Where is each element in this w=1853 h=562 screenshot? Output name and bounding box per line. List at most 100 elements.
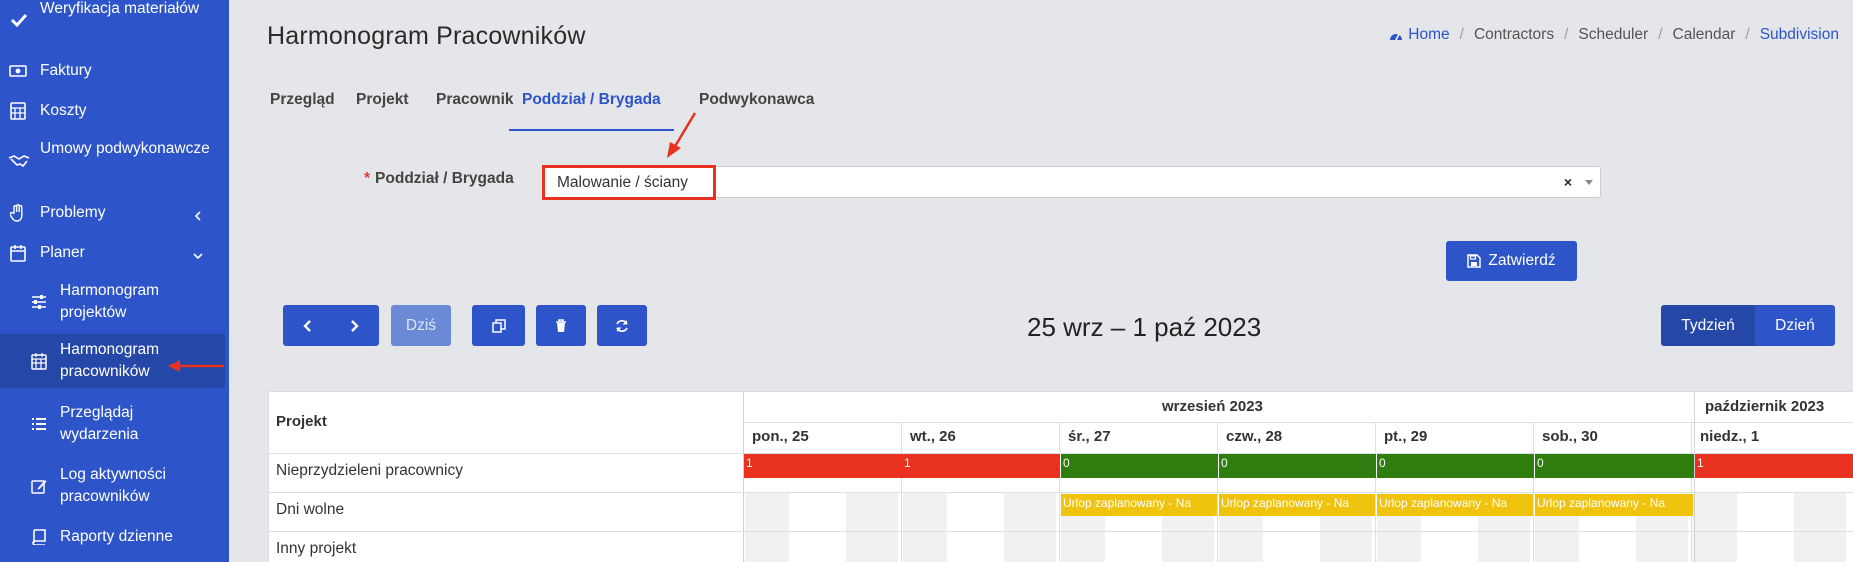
breadcrumb: Home / Contractors / Scheduler / Calenda… xyxy=(1388,26,1839,44)
check-icon xyxy=(10,11,28,29)
subdivision-select[interactable]: Malowanie / ściany × xyxy=(542,166,1601,198)
calendar-grid-icon xyxy=(30,352,48,370)
next-button[interactable] xyxy=(331,305,379,346)
refresh-icon xyxy=(615,319,629,333)
sidebar-item-label: Umowy podwykonawcze xyxy=(40,140,210,157)
breadcrumb-calendar[interactable]: Calendar xyxy=(1673,26,1736,44)
subdivision-label: * Poddział / Brygada xyxy=(364,170,514,188)
chevron-down-icon xyxy=(193,248,203,260)
unassigned-count-bar[interactable]: 0 xyxy=(1534,454,1694,478)
sidebar-item-label: Faktury xyxy=(40,62,92,79)
calendar-period-title: 25 wrz – 1 paź 2023 xyxy=(1027,312,1262,342)
tab-projekt[interactable]: Projekt xyxy=(356,78,409,129)
sidebar-item-przegladaj-wydarzenia[interactable]: Przeglądaj wydarzenia xyxy=(0,400,229,448)
breadcrumb-scheduler[interactable]: Scheduler xyxy=(1578,26,1648,44)
sidebar-item-umowy[interactable]: Umowy podwykonawcze xyxy=(0,138,229,184)
leave-event-bar[interactable]: Urlop zaplanowany - Na xyxy=(1219,494,1375,516)
clear-icon[interactable]: × xyxy=(1564,174,1572,190)
unassigned-count-bar[interactable]: 1 xyxy=(902,454,1060,478)
sidebar-item-log-aktywnosci[interactable]: Log aktywności pracowników xyxy=(0,462,229,510)
view-switcher: Tydzień Dzień xyxy=(1661,305,1835,346)
money-bill-icon xyxy=(9,62,27,80)
unassigned-count-bar[interactable]: 0 xyxy=(1218,454,1376,478)
leave-event-bar[interactable]: Urlop zaplanowany - Na xyxy=(1377,494,1533,516)
sidebar-item-label: Weryfikacja materiałów xyxy=(40,0,200,17)
delete-button[interactable] xyxy=(536,305,586,346)
view-week-button[interactable]: Tydzień xyxy=(1661,305,1755,346)
chevron-left-icon xyxy=(302,319,312,333)
day-stripe xyxy=(1004,493,1056,562)
save-icon xyxy=(1467,254,1482,268)
sidebar-item-label: Problemy xyxy=(40,204,106,221)
day-stripe xyxy=(1794,493,1846,562)
row-label-unassigned: Nieprzydzieleni pracownicy xyxy=(276,462,463,479)
day-header: śr., 27 xyxy=(1068,428,1111,445)
view-day-button[interactable]: Dzień xyxy=(1755,305,1835,346)
unassigned-count-bar[interactable]: 1 xyxy=(744,454,902,478)
page-title: Harmonogram Pracowników xyxy=(267,22,586,50)
caret-down-icon[interactable] xyxy=(1585,180,1593,185)
project-column-header: Projekt xyxy=(276,413,327,430)
sidebar: Weryfikacja materiałów Faktury Koszty Um… xyxy=(0,0,229,562)
month-header-september: wrzesień 2023 xyxy=(1162,398,1263,415)
tab-przeglad[interactable]: Przegląd xyxy=(270,78,335,129)
sidebar-item-planer[interactable]: Planer xyxy=(0,238,229,268)
sidebar-item-label: Planer xyxy=(40,244,85,261)
day-stripe xyxy=(745,493,789,562)
sidebar-item-label: Harmonogram pracowników xyxy=(60,341,160,380)
trash-icon xyxy=(555,318,567,333)
annotation-arrow-icon xyxy=(667,112,697,158)
sidebar-item-label: Raporty dzienne xyxy=(60,528,173,545)
day-header: niedz., 1 xyxy=(1700,428,1760,445)
tab-pracownik[interactable]: Pracownik xyxy=(436,78,514,129)
edit-icon xyxy=(30,477,48,495)
submit-label: Zatwierdź xyxy=(1488,252,1556,269)
day-stripe xyxy=(903,493,947,562)
unassigned-count-bar[interactable]: 0 xyxy=(1060,454,1218,478)
sidebar-item-label: Log aktywności pracowników xyxy=(60,466,166,505)
list-icon xyxy=(30,415,48,433)
book-icon xyxy=(30,528,48,546)
subdivision-select-value: Malowanie / ściany xyxy=(557,174,688,191)
day-header: sob., 30 xyxy=(1542,428,1598,445)
tab-poddzial-brygada[interactable]: Poddział / Brygada xyxy=(509,78,674,131)
chevron-left-icon xyxy=(193,208,203,221)
hand-icon xyxy=(9,204,27,222)
calculator-icon xyxy=(9,102,27,120)
calendar-icon xyxy=(9,244,27,262)
day-header: pon., 25 xyxy=(752,428,809,445)
breadcrumb-home[interactable]: Home xyxy=(1408,26,1449,44)
submit-button[interactable]: Zatwierdź xyxy=(1446,241,1577,281)
day-stripe xyxy=(846,493,898,562)
sidebar-item-weryfikacja[interactable]: Weryfikacja materiałów xyxy=(0,0,229,42)
refresh-button[interactable] xyxy=(597,305,647,346)
subdivision-label-text: Poddział / Brygada xyxy=(375,170,514,187)
copy-button[interactable] xyxy=(472,305,525,346)
sidebar-item-harmonogram-projektow[interactable]: Harmonogram projektów xyxy=(0,278,229,326)
copy-icon xyxy=(491,318,506,333)
sidebar-item-faktury[interactable]: Faktury xyxy=(0,56,229,86)
day-header: pt., 29 xyxy=(1384,428,1428,445)
handshake-icon xyxy=(8,152,30,170)
sliders-icon xyxy=(30,293,48,311)
row-label-days-off: Dni wolne xyxy=(276,501,345,518)
sidebar-item-problemy[interactable]: Problemy xyxy=(0,198,229,228)
home-icon xyxy=(1388,28,1404,42)
day-header: czw., 28 xyxy=(1226,428,1283,445)
prev-button[interactable] xyxy=(283,305,331,346)
tab-podwykonawca[interactable]: Podwykonawca xyxy=(699,78,814,129)
day-header: wt., 26 xyxy=(910,428,956,445)
scheduler-grid: Projekt wrzesień 2023 październik 2023 p… xyxy=(268,391,1853,562)
sidebar-item-label: Koszty xyxy=(40,102,87,119)
unassigned-count-bar[interactable]: 1 xyxy=(1695,454,1853,478)
today-button[interactable]: Dziś xyxy=(391,305,451,346)
breadcrumb-contractors[interactable]: Contractors xyxy=(1474,26,1554,44)
leave-event-bar[interactable]: Urlop zaplanowany - Na xyxy=(1535,494,1693,516)
breadcrumb-subdivision[interactable]: Subdivision xyxy=(1760,26,1839,44)
sidebar-item-raporty-dzienne[interactable]: Raporty dzienne xyxy=(0,522,229,552)
sidebar-item-koszty[interactable]: Koszty xyxy=(0,96,229,126)
unassigned-count-bar[interactable]: 0 xyxy=(1376,454,1534,478)
sidebar-item-label: Przeglądaj wydarzenia xyxy=(60,404,139,443)
month-header-october: październik 2023 xyxy=(1705,398,1825,415)
leave-event-bar[interactable]: Urlop zaplanowany - Na xyxy=(1061,494,1217,516)
